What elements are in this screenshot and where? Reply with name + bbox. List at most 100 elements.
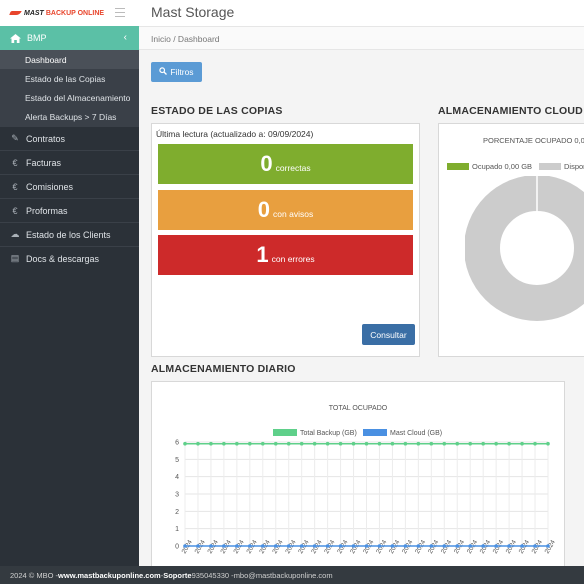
footer-copyright: 2024 © MBO -: [10, 570, 59, 580]
sidebar-item-contratos[interactable]: ✎ Contratos: [0, 126, 139, 150]
data-point: [286, 441, 291, 446]
cloud-legend-free: Disponible: [539, 162, 584, 171]
data-point: [416, 441, 421, 446]
sidebar-item-proformas[interactable]: € Proformas: [0, 198, 139, 222]
data-point: [390, 441, 395, 446]
data-point: [481, 544, 485, 548]
sidebar: MAST BACKUP ONLINE BMP ‹ Dashboard Estad…: [0, 0, 139, 566]
menu-toggle-icon[interactable]: [115, 8, 125, 17]
legend-swatch-used: [447, 163, 469, 170]
data-point: [183, 544, 187, 548]
y-tick-label: 4: [175, 474, 179, 481]
data-point: [364, 441, 369, 446]
chart-y-axis: 6 5 4 3 2 1 0: [175, 440, 179, 551]
data-point: [429, 544, 434, 548]
data-point: [196, 441, 200, 446]
data-point: [468, 441, 473, 446]
data-point: [455, 544, 460, 548]
data-point: [222, 441, 226, 446]
sidebar-item-label: Estado de los Clients: [26, 229, 111, 240]
x-tick-label: 2024: [181, 539, 194, 555]
data-point: [494, 441, 498, 446]
data-point: [338, 441, 343, 446]
data-point: [533, 544, 537, 548]
cloud-section-title: ALMACENAMIENTO CLOUD: [438, 105, 583, 117]
euro-icon: €: [12, 181, 18, 192]
footer-site-link[interactable]: www.mastbackuponline.com: [58, 571, 161, 580]
data-point: [377, 441, 382, 446]
sidebar-item-label: BMP: [27, 33, 47, 43]
sidebar-item-docs[interactable]: ▤ Docs & descargas: [0, 246, 139, 270]
data-point: [351, 544, 356, 548]
status-ok-box[interactable]: 0 correctas: [158, 144, 413, 184]
filters-button[interactable]: Filtros: [151, 62, 202, 82]
top-bar: Mast Storage: [139, 0, 584, 26]
status-warn-box[interactable]: 0 con avisos: [158, 190, 413, 230]
sidebar-subitem-estado-almacenamiento[interactable]: Estado del Almacenamiento: [0, 88, 139, 107]
sidebar-subitem-dashboard[interactable]: Dashboard: [0, 50, 139, 69]
consult-button[interactable]: Consultar: [362, 324, 415, 345]
status-error-box[interactable]: 1 con errores: [158, 235, 413, 275]
footer-email[interactable]: mbo@mastbackuponline.com: [234, 571, 333, 580]
chevron-left-icon: ‹: [123, 32, 127, 43]
data-point: [299, 544, 304, 548]
sidebar-item-label: Comisiones: [26, 181, 74, 192]
data-point: [286, 544, 291, 548]
home-icon: [10, 33, 21, 43]
brand-bar: MAST BACKUP ONLINE: [0, 0, 139, 26]
x-tick-label: 2024: [531, 539, 544, 555]
data-point: [222, 544, 226, 548]
status-warn-count: 0: [257, 197, 271, 222]
data-point: [325, 544, 330, 548]
y-tick-label: 0: [175, 544, 179, 551]
status-error-label: con errores: [271, 254, 315, 264]
sidebar-item-label: Facturas: [26, 157, 62, 168]
daily-section-title: ALMACENAMIENTO DIARIO: [151, 363, 296, 375]
data-point: [442, 441, 447, 446]
data-point: [338, 544, 343, 548]
x-tick-label: 2024: [362, 539, 375, 555]
data-point: [364, 544, 369, 548]
sidebar-item-label: Docs & descargas: [26, 253, 100, 264]
status-ok-count: 0: [260, 151, 273, 176]
daily-chart-title: TOTAL OCUPADO: [329, 405, 388, 412]
x-tick-label: 2024: [258, 539, 271, 555]
x-tick-label: 2024: [427, 539, 440, 555]
data-point: [235, 441, 239, 446]
logo-text-secondary: BACKUP ONLINE: [45, 9, 105, 17]
sidebar-item-bmp[interactable]: BMP ‹: [0, 26, 139, 50]
x-tick-label: 2024: [492, 539, 505, 555]
x-tick-label: 2024: [505, 539, 518, 555]
y-tick-label: 6: [175, 440, 179, 447]
data-point: [248, 441, 252, 446]
sidebar-item-comisiones[interactable]: € Comisiones: [0, 174, 139, 198]
footer-support-label: Soporte: [163, 570, 192, 580]
sidebar-item-estado-clients[interactable]: ☁ Estado de los Clients: [0, 222, 139, 246]
cloud-percentage-caption: PORCENTAJE OCUPADO 0,00 %: [483, 136, 584, 145]
legend-label-used: Ocupado 0,00 GB: [472, 162, 533, 171]
data-point: [273, 544, 278, 548]
logo[interactable]: MAST BACKUP ONLINE: [10, 9, 104, 17]
sidebar-item-facturas[interactable]: € Facturas: [0, 150, 139, 174]
x-tick-label: 2024: [479, 539, 492, 555]
cloud-legend-used: Ocupado 0,00 GB: [447, 162, 532, 171]
legend-label-cloud: Mast Cloud (GB): [390, 430, 442, 437]
data-point: [442, 544, 447, 548]
logo-text-primary: MAST: [24, 9, 44, 17]
x-tick-label: 2024: [297, 539, 310, 555]
sidebar-subitem-estado-copias[interactable]: Estado de las Copias: [0, 69, 139, 88]
x-tick-label: 2024: [453, 539, 466, 555]
x-tick-label: 2024: [220, 539, 233, 555]
x-tick-label: 2024: [194, 539, 207, 555]
data-point: [403, 441, 408, 446]
legend-label-free: Disponible: [564, 162, 584, 171]
x-tick-label: 2024: [349, 539, 362, 555]
data-point: [494, 544, 498, 548]
x-tick-label: 2024: [414, 539, 427, 555]
sidebar-subitem-alerta-backups[interactable]: Alerta Backups > 7 Días: [0, 107, 139, 126]
data-point: [209, 544, 213, 548]
x-tick-label: 2024: [401, 539, 414, 555]
pencil-icon: ✎: [11, 133, 19, 143]
y-tick-label: 1: [175, 526, 179, 533]
data-point: [260, 441, 265, 446]
